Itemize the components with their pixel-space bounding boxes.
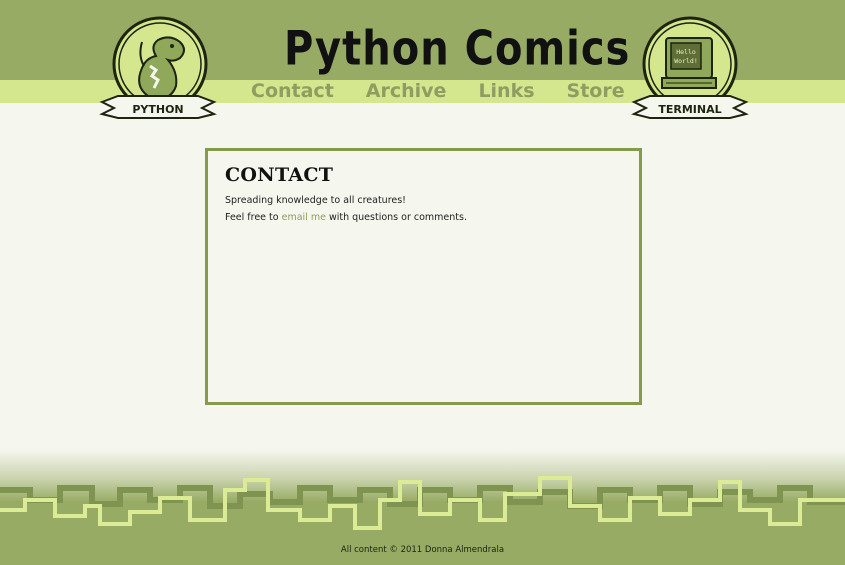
tagline: Spreading knowledge to all creatures! xyxy=(225,195,406,206)
svg-text:World!: World! xyxy=(674,57,697,65)
contact-line: Feel free to email me with questions or … xyxy=(225,212,467,223)
copyright-text: All content © 2011 Donna Almendrala xyxy=(340,545,505,555)
nav-archive[interactable]: Archive xyxy=(357,78,456,104)
svg-text:Hello: Hello xyxy=(676,48,696,56)
nav-links[interactable]: Links xyxy=(469,78,543,104)
main-nav: Contact Archive Links Store xyxy=(242,78,648,104)
email-link[interactable]: email me xyxy=(282,212,326,223)
terminal-badge-label: TERMINAL xyxy=(658,103,721,116)
python-badge[interactable]: PYTHON xyxy=(98,16,218,126)
computer-terminal-icon: Hello World! xyxy=(661,37,717,89)
nav-contact[interactable]: Contact xyxy=(242,78,343,104)
contact-prefix: Feel free to xyxy=(225,212,282,223)
content-heading: CONTACT xyxy=(225,164,334,186)
terminal-badge[interactable]: Hello World! TERMINAL xyxy=(630,16,750,126)
nav-store[interactable]: Store xyxy=(558,78,634,104)
contact-suffix: with questions or comments. xyxy=(325,212,467,223)
skyline-decoration xyxy=(0,476,845,530)
content-box: CONTACT Spreading knowledge to all creat… xyxy=(205,148,642,405)
python-badge-label: PYTHON xyxy=(132,103,183,116)
site-title[interactable]: Python Comics xyxy=(284,20,629,79)
